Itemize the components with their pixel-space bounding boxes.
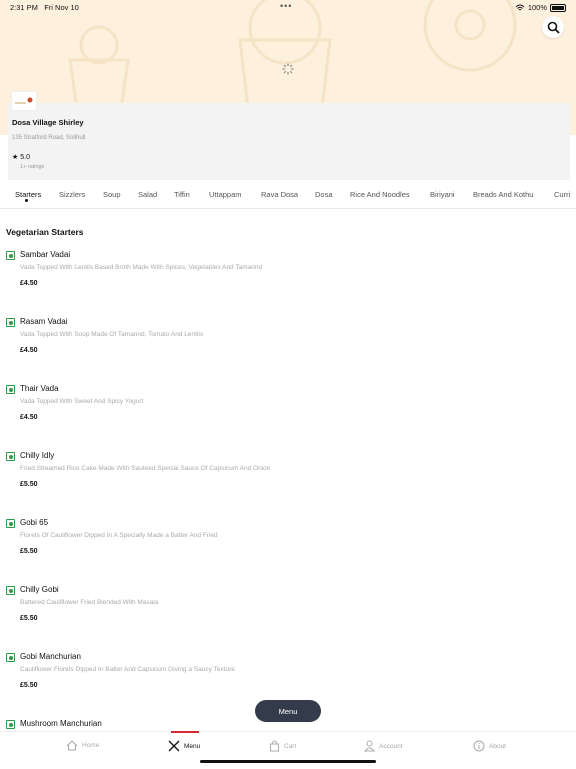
tab-rice-and-noodles[interactable]: Rice And Noodles [350,190,410,199]
menu-button[interactable]: Menu [255,700,321,722]
tab-uttappam[interactable]: Uttappam [209,190,242,199]
tab-salad[interactable]: Salad [138,190,157,199]
status-bar: 2:31 PM Fri Nov 10 ••• 100% [0,0,576,14]
item-name: Chilly Idly [20,451,55,460]
star-icon: ★ [12,154,19,161]
item-description: Vada Topped With Sweet And Spicy Yogurt [20,398,144,405]
nav-account[interactable]: Account [364,740,403,752]
tab-dosa[interactable]: Dosa [315,190,333,199]
menu-item[interactable]: Rasam Vadai Vada Topped With Soup Made O… [0,317,576,378]
multitask-dots[interactable]: ••• [280,1,292,11]
item-name: Sambar Vadai [20,250,71,259]
nav-menu[interactable]: Menu [168,740,200,752]
bottom-nav: Home Menu Cart Account About [0,731,576,769]
item-description: Fried Streamed Rice Cake Made With Saute… [20,465,271,472]
item-price: £5.50 [20,682,38,689]
nav-cart-label: Cart [284,742,297,750]
item-name: Thair Vada [20,384,59,393]
person-icon [364,740,375,752]
veg-icon [6,519,15,528]
status-right: 100% [515,3,566,12]
veg-icon [6,720,15,729]
menu-item[interactable]: Sambar Vadai Vada Topped With Lentils Ba… [0,250,576,311]
menu-item[interactable]: Thair Vada Vada Topped With Sweet And Sp… [0,384,576,445]
tab-rava-dosa[interactable]: Rava Dosa [261,190,298,199]
item-description: Florets Of Cauliflower Dipped In A Speci… [20,532,218,539]
rating: ★ 5.0 [12,153,31,162]
item-name: Gobi Manchurian [20,652,81,661]
item-name: Chilly Gobi [20,585,59,594]
active-nav-indicator [171,731,199,733]
tab-tiffin[interactable]: Tiffin [174,190,190,199]
menu-item[interactable]: Gobi 65 Florets Of Cauliflower Dipped In… [0,518,576,579]
cutlery-icon [168,740,180,752]
item-description: Cauliflower Florets Dipped In Batter And… [20,666,235,673]
nav-about-label: About [489,742,506,750]
nav-home-label: Home [82,742,100,749]
item-price: £5.50 [20,481,38,488]
item-description: Vada Topped With Soup Made Of Tamarind, … [20,331,204,338]
tab-breads-and-kothu[interactable]: Breads And Kothu [473,190,533,199]
search-button[interactable] [542,16,564,38]
nav-menu-label: Menu [184,742,201,750]
veg-icon [6,586,15,595]
rating-count: 1+ ratings [20,164,45,170]
item-price: £4.50 [20,347,38,354]
item-name: Rasam Vadai [20,317,68,326]
info-icon [473,740,485,752]
item-price: £4.50 [20,280,38,287]
item-description: Battered Cauliflower Fried Blended With … [20,599,159,606]
tab-curri[interactable]: Curri [554,190,570,199]
menu-item[interactable]: Chilly Idly Fried Streamed Rice Cake Mad… [0,451,576,512]
nav-about[interactable]: About [473,740,506,752]
section-title: Vegetarian Starters [6,227,84,237]
bag-icon [270,740,279,752]
rating-value: 5.0 [20,153,31,161]
restaurant-logo-icon [15,97,33,104]
home-indicator[interactable] [200,760,376,763]
tab-sizzlers[interactable]: Sizzlers [59,190,85,199]
tab-soup[interactable]: Soup [103,190,121,199]
home-icon [66,740,78,751]
status-time: 2:31 PM Fri Nov 10 [10,3,79,12]
nav-home[interactable]: Home [66,740,99,751]
item-price: £5.50 [20,548,38,555]
item-description: Vada Topped With Lentils Based Broth Mad… [20,264,263,271]
tab-biriyani[interactable]: Biriyani [430,190,455,199]
battery-icon [550,3,566,12]
restaurant-logo [11,91,37,111]
tab-starters[interactable]: Starters [15,190,41,199]
item-name: Gobi 65 [20,518,49,527]
nav-account-label: Account [379,742,403,750]
item-price: £4.50 [20,414,38,421]
veg-icon [6,251,15,260]
veg-icon [6,653,15,662]
category-tabs: Starters Sizzlers Soup Salad Tiffin Utta… [0,186,576,209]
veg-icon [6,385,15,394]
active-tab-indicator [25,199,28,202]
veg-icon [6,452,15,461]
restaurant-info-card [8,103,570,180]
restaurant-address: 135 Stratford Road, Solihull [12,135,86,141]
restaurant-name: Dosa Village Shirley [12,118,84,127]
loading-spinner-icon [282,63,294,75]
menu-item[interactable]: Chilly Gobi Battered Cauliflower Fried B… [0,585,576,646]
item-name: Mushroom Manchurian [20,719,102,728]
search-icon [547,21,560,34]
nav-cart[interactable]: Cart [269,740,296,752]
battery-percent: 100% [527,3,547,12]
wifi-icon [515,4,525,10]
veg-icon [6,318,15,327]
item-price: £5.50 [20,615,38,622]
